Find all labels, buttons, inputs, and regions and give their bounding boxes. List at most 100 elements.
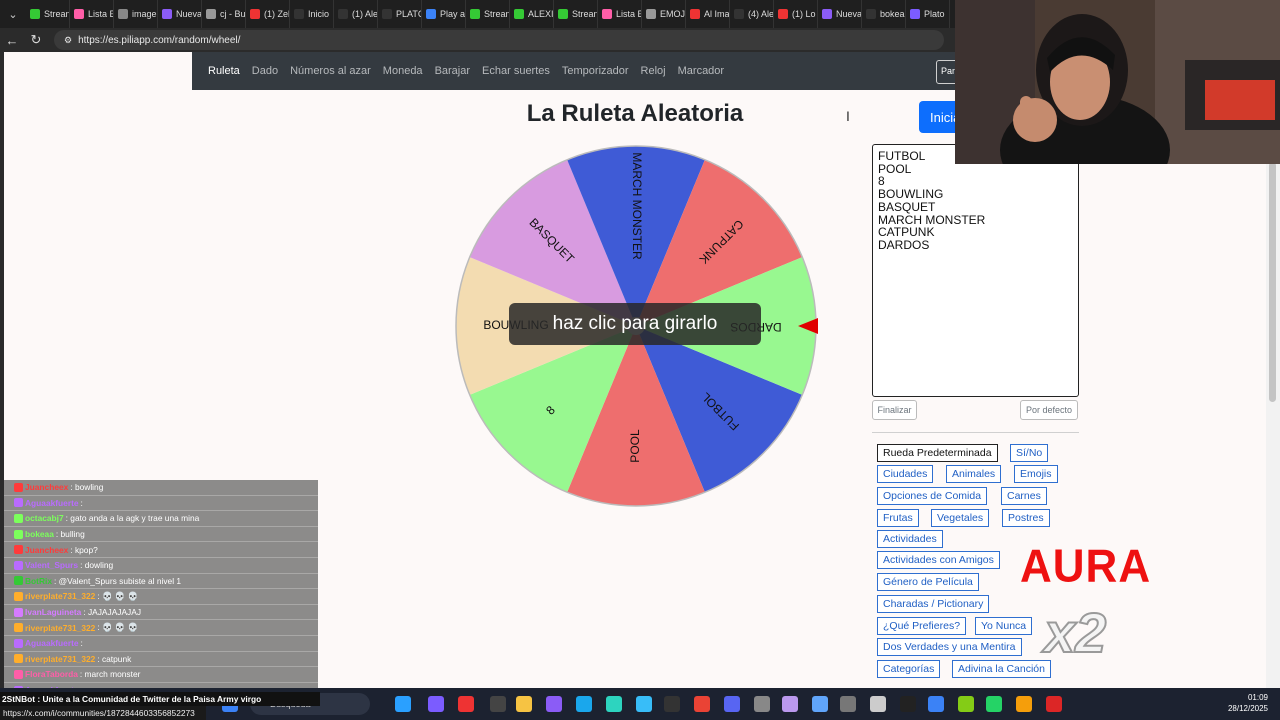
tab-favicon-icon xyxy=(734,9,744,19)
chrome-icon[interactable] xyxy=(694,696,710,712)
chat-text: : JAJAJAJAJAJ xyxy=(83,607,142,618)
browser-tab[interactable]: (1) Lo xyxy=(774,0,818,28)
tab-title: Nueva xyxy=(836,9,862,19)
nav-link[interactable]: Dado xyxy=(252,65,278,77)
app-icon[interactable] xyxy=(958,696,974,712)
browser-tab[interactable]: bokea xyxy=(862,0,906,28)
tab-favicon-icon xyxy=(74,9,84,19)
browser-tab[interactable]: PLATC xyxy=(378,0,422,28)
app-icon[interactable] xyxy=(546,696,562,712)
browser-tab[interactable]: Lista E xyxy=(598,0,642,28)
browser-tab[interactable]: (4) Ale xyxy=(730,0,774,28)
back-arrow-icon[interactable]: ← xyxy=(0,28,24,52)
nav-link[interactable]: Barajar xyxy=(435,65,470,77)
browser-tab[interactable]: Al Ima xyxy=(686,0,730,28)
tab-title: Lista E xyxy=(616,9,642,19)
aura-overlay-text: AURA xyxy=(1020,540,1152,593)
app-icon[interactable] xyxy=(490,696,506,712)
nav-link[interactable]: Números al azar xyxy=(290,65,371,77)
chat-text: : bowling xyxy=(70,482,104,493)
browser-tab[interactable]: cj - Bu xyxy=(202,0,246,28)
preset-button[interactable]: Ciudades xyxy=(877,465,934,483)
browser-tab[interactable]: Nueva xyxy=(158,0,202,28)
app-icon[interactable] xyxy=(395,696,411,712)
notepad-icon[interactable] xyxy=(636,696,652,712)
chat-badge-icon xyxy=(14,513,23,523)
edge-icon[interactable] xyxy=(576,696,592,712)
nav-link[interactable]: Temporizador xyxy=(562,65,629,77)
default-button[interactable]: Por defecto xyxy=(1020,400,1078,420)
chat-text: : gato anda a la agk y trae una mina xyxy=(65,513,200,524)
browser-tab[interactable]: (1) Zel xyxy=(246,0,290,28)
browser-tab[interactable]: Plato xyxy=(906,0,950,28)
preset-button[interactable]: Adivina la Canción xyxy=(952,660,1051,678)
browser-tab[interactable]: (1) Ale xyxy=(334,0,378,28)
reload-icon[interactable]: ↻ xyxy=(24,28,48,52)
preset-button[interactable]: Animales xyxy=(946,465,1002,483)
nav-link[interactable]: Reloj xyxy=(641,65,666,77)
app-icon[interactable] xyxy=(928,696,944,712)
preset-button[interactable]: Postres xyxy=(1002,509,1050,527)
preset-button[interactable]: Actividades con Amigos xyxy=(877,551,1000,569)
entries-textarea[interactable]: FUTBOL POOL 8 BOUWLING BASQUET MARCH MONSTER C… xyxy=(872,144,1079,397)
app-icon[interactable] xyxy=(782,696,798,712)
browser-tab[interactable]: Strean xyxy=(26,0,70,28)
app-icon[interactable] xyxy=(812,696,828,712)
browser-tab[interactable]: Nueva xyxy=(818,0,862,28)
bot-message-banner: 2StNBot : Unite a la Comunidad de Twitte… xyxy=(0,692,320,706)
whatsapp-icon[interactable] xyxy=(986,696,1002,712)
preset-button[interactable]: Categorías xyxy=(877,660,941,678)
app-icon[interactable] xyxy=(428,696,444,712)
tab-favicon-icon xyxy=(162,9,172,19)
system-clock[interactable]: 01:09 28/12/2025 xyxy=(1212,692,1268,714)
tab-favicon-icon xyxy=(602,9,612,19)
preset-button[interactable]: Actividades xyxy=(877,530,943,548)
browser-tab[interactable]: Strean xyxy=(554,0,598,28)
chat-badge-icon xyxy=(14,654,23,664)
preset-button[interactable]: Opciones de Comida xyxy=(877,487,988,505)
terminal-icon[interactable] xyxy=(664,696,680,712)
preset-button[interactable]: Emojis xyxy=(1014,465,1058,483)
preset-button[interactable]: Carnes xyxy=(1001,487,1047,505)
preset-button[interactable]: Vegetales xyxy=(931,509,990,527)
discord-icon[interactable] xyxy=(724,696,740,712)
tab-title: Lista E xyxy=(88,9,114,19)
browser-tab[interactable]: Lista E xyxy=(70,0,114,28)
app-icon[interactable] xyxy=(1016,696,1032,712)
opera-icon[interactable] xyxy=(458,696,474,712)
app-icon[interactable] xyxy=(606,696,622,712)
app-icon[interactable] xyxy=(900,696,916,712)
app-icon[interactable] xyxy=(1046,696,1062,712)
chat-badge-icon xyxy=(14,482,23,492)
tab-favicon-icon xyxy=(778,9,788,19)
browser-tab[interactable]: Strean xyxy=(466,0,510,28)
preset-button[interactable]: Yo Nunca xyxy=(975,617,1033,635)
settings-icon[interactable] xyxy=(840,696,856,712)
finish-button[interactable]: Finalizar xyxy=(872,400,917,420)
nav-link[interactable]: Moneda xyxy=(383,65,423,77)
browser-tab[interactable]: EMOJ xyxy=(642,0,686,28)
url-field[interactable]: ⚙ https://es.piliapp.com/random/wheel/ xyxy=(54,30,944,50)
preset-button[interactable]: ¿Qué Prefieres? xyxy=(877,617,967,635)
preset-button[interactable]: Charadas / Pictionary xyxy=(877,595,990,613)
browser-tab[interactable]: Play a xyxy=(422,0,466,28)
preset-button[interactable]: Género de Película xyxy=(877,573,979,591)
preset-button[interactable]: Sí/No xyxy=(1010,444,1049,462)
nav-link[interactable]: Echar suertes xyxy=(482,65,550,77)
preset-button[interactable]: Dos Verdades y una Mentira xyxy=(877,638,1022,656)
app-icon[interactable] xyxy=(870,696,886,712)
browser-tab[interactable]: ALEXIT xyxy=(510,0,554,28)
preset-button[interactable]: Rueda Predeterminada xyxy=(877,444,998,462)
preset-button[interactable]: Frutas xyxy=(877,509,919,527)
spin-prompt[interactable]: haz clic para girarlo xyxy=(509,303,761,345)
tab-list-icon[interactable]: ⌄ xyxy=(0,0,26,28)
scrollbar-thumb[interactable] xyxy=(1269,162,1276,402)
site-info-icon[interactable]: ⚙ xyxy=(64,35,72,46)
app-icon[interactable] xyxy=(754,696,770,712)
browser-tab[interactable]: image xyxy=(114,0,158,28)
nav-link[interactable]: Marcador xyxy=(678,65,724,77)
browser-tab[interactable]: Inicio xyxy=(290,0,334,28)
chat-badge-icon xyxy=(14,623,23,633)
folder-icon[interactable] xyxy=(516,696,532,712)
nav-link[interactable]: Ruleta xyxy=(208,65,240,77)
